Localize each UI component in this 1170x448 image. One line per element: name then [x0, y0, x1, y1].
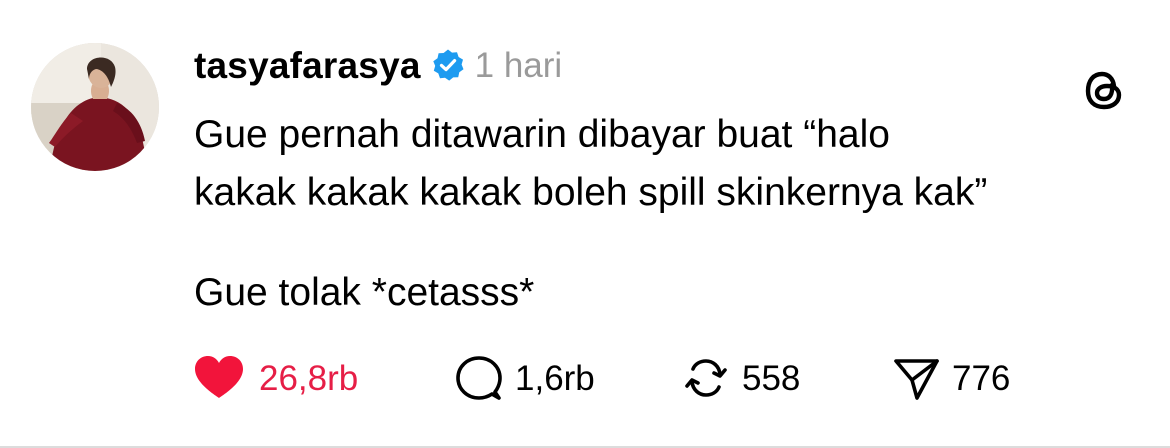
reply-button[interactable]: 1,6rb — [455, 352, 595, 404]
paper-plane-icon — [894, 359, 939, 400]
post-body: Gue pernah ditawarin dibayar buat “halo … — [194, 106, 1134, 322]
post-text-line: Gue tolak *cetasss* — [194, 271, 535, 314]
repost-button[interactable]: 558 — [682, 352, 800, 404]
post-text-line: kakak kakak kakak boleh spill skinkernya… — [194, 171, 988, 214]
post-text-line: Gue pernah ditawarin dibayar buat “halo — [194, 113, 890, 156]
username[interactable]: tasyafarasya — [194, 47, 421, 84]
avatar[interactable] — [31, 43, 159, 171]
speech-bubble-icon — [456, 356, 502, 400]
repost-count: 558 — [742, 358, 801, 398]
share-count: 776 — [952, 358, 1011, 398]
threads-post: tasyafarasya 1 hari Gue pernah ditawarin… — [0, 0, 1170, 448]
heart-icon — [195, 356, 243, 398]
like-count: 26,8rb — [259, 358, 359, 398]
post-timestamp: 1 hari — [474, 45, 563, 85]
avatar-photo — [31, 43, 159, 171]
share-button[interactable]: 776 — [892, 352, 1010, 404]
verified-badge-icon — [431, 48, 465, 82]
post-header: tasyafarasya 1 hari — [194, 40, 562, 90]
like-button[interactable]: 26,8rb — [193, 352, 358, 404]
repost-icon — [685, 359, 727, 397]
reply-count: 1,6rb — [515, 358, 595, 398]
